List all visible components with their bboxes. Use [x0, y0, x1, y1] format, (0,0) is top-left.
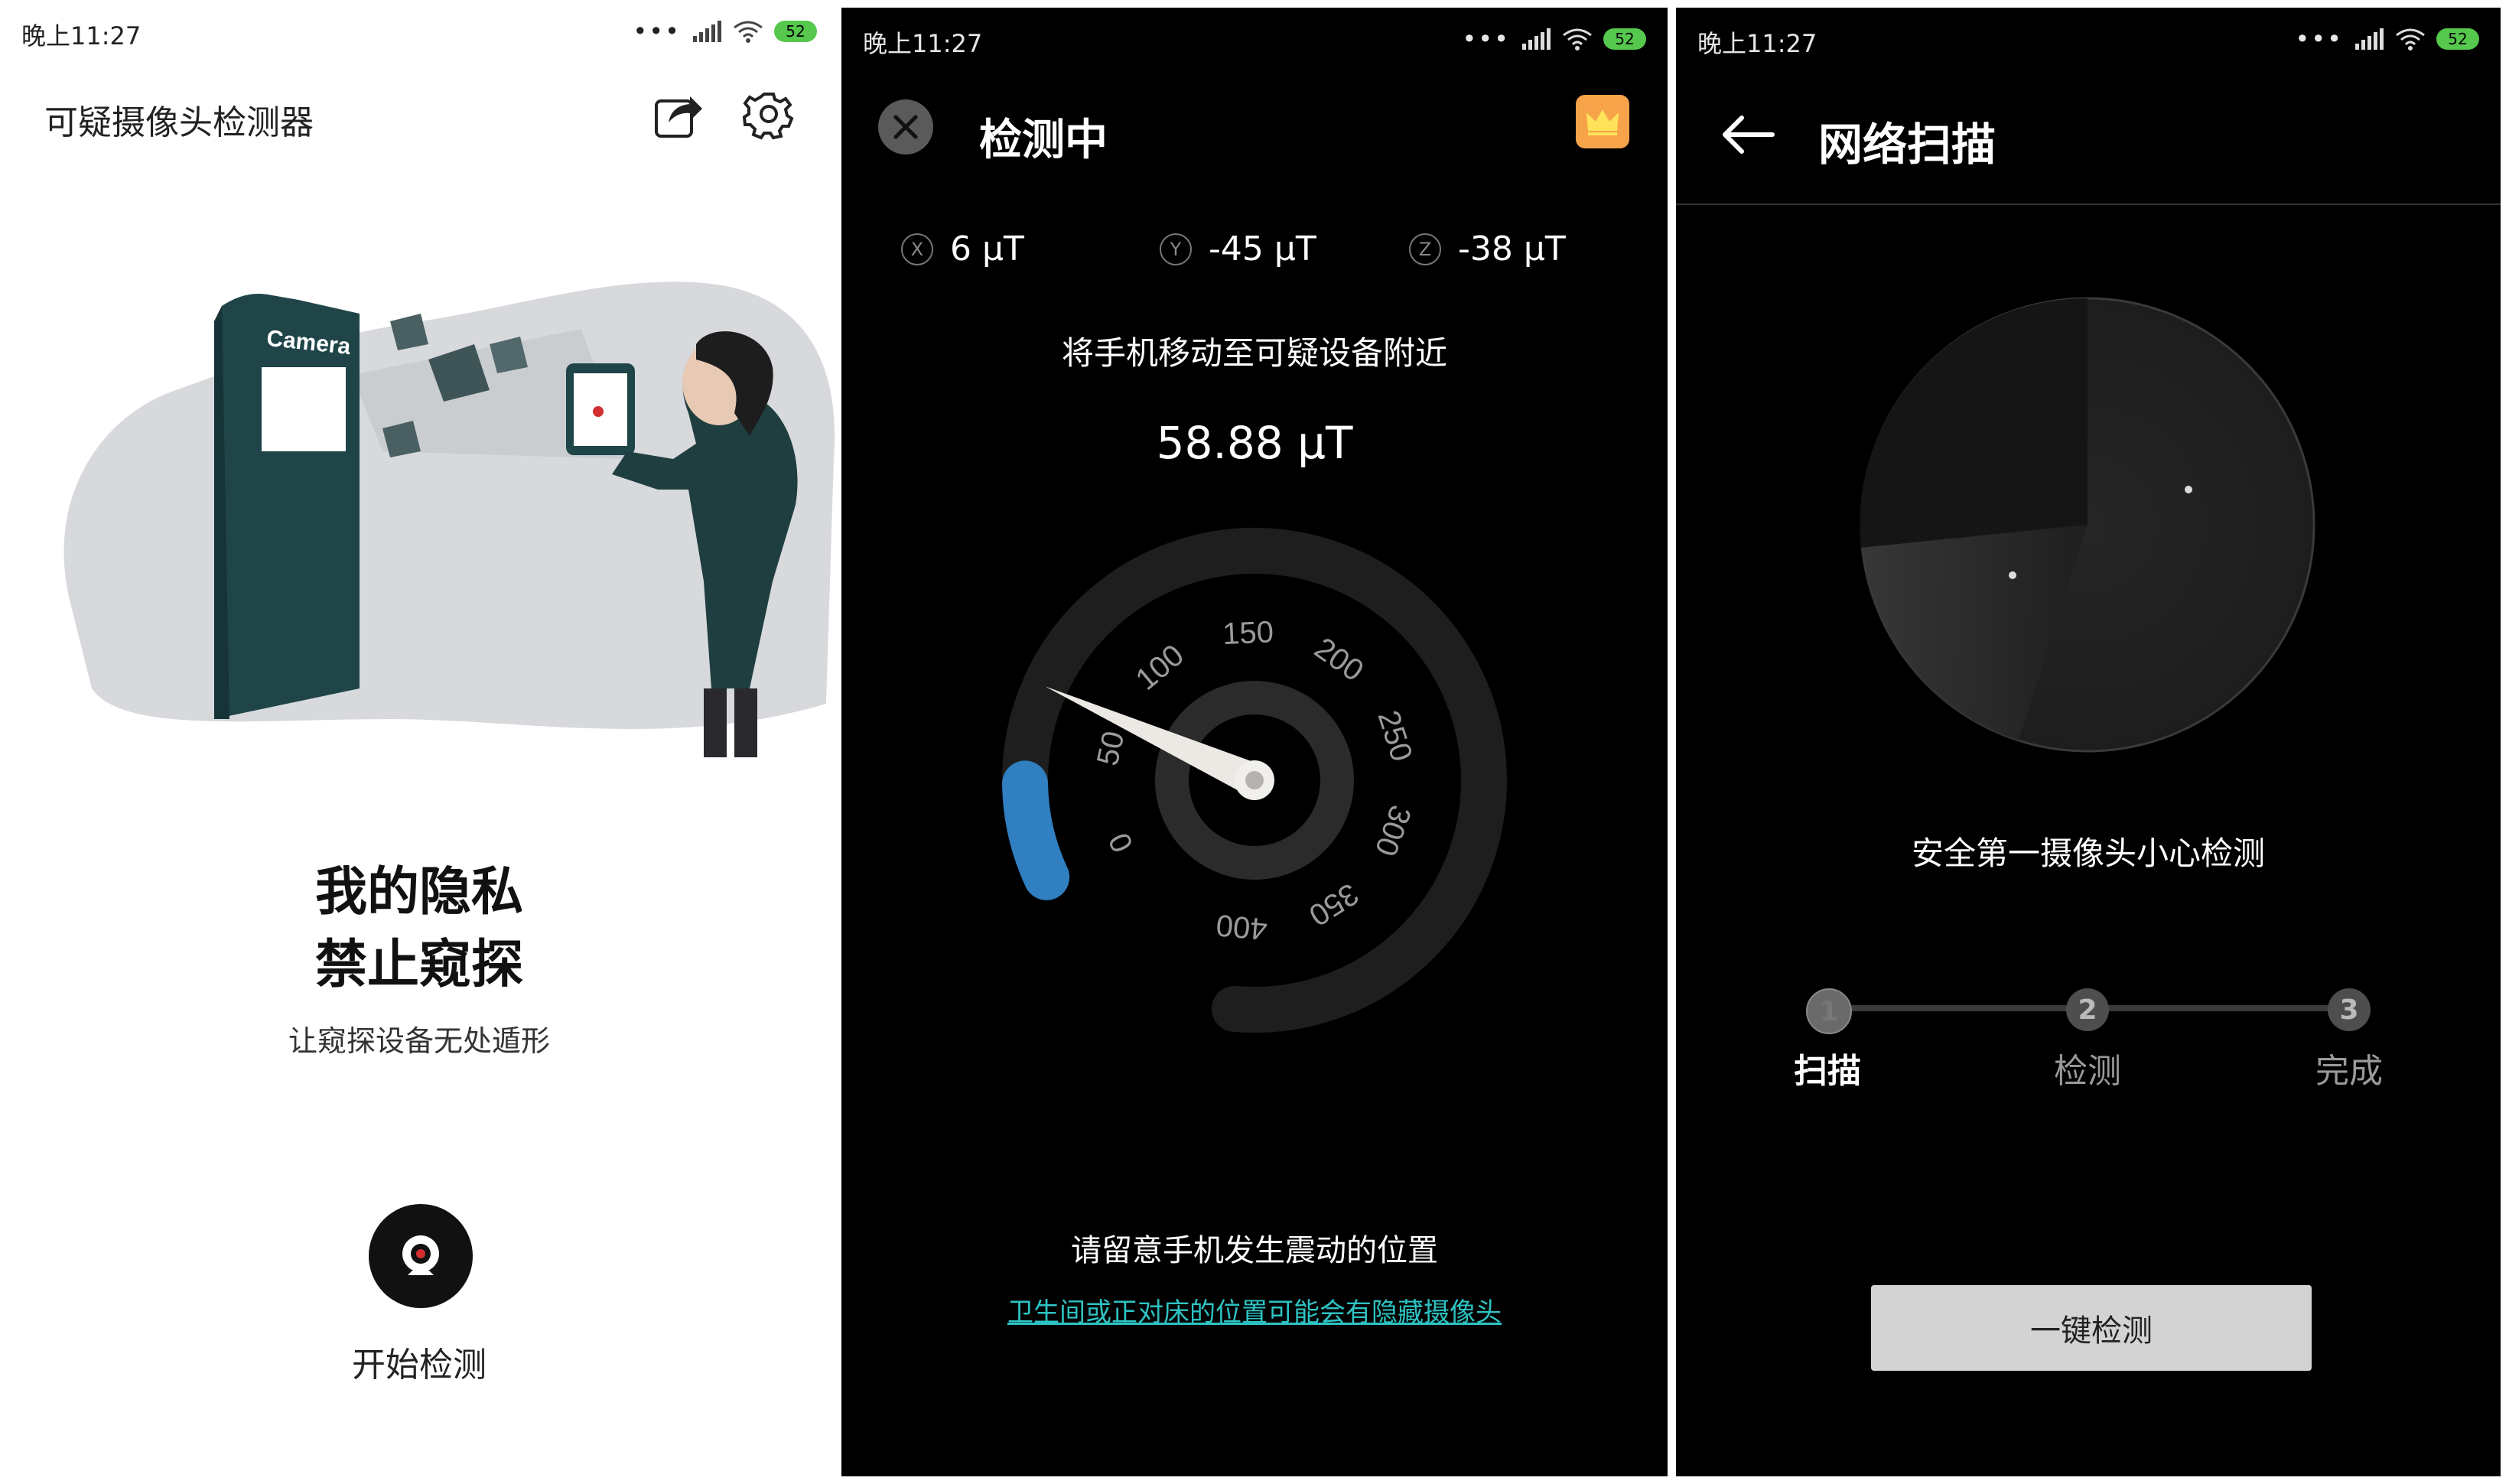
gauge-tick-label: 0 [1102, 828, 1140, 858]
wifi-icon [2396, 28, 2425, 50]
status-icons: ••• 52 [1462, 24, 1646, 54]
screen-network-scan: 晚上11:27 ••• 52 网络扫描 安全第一摄像头小心检测 1 2 3 扫描… [1676, 8, 2501, 1476]
more-dots-icon: ••• [2295, 24, 2343, 54]
axis-x-badge: X [901, 233, 933, 265]
axis-x-reading: X 6 μT [901, 229, 1024, 268]
status-bar: 晚上11:27 ••• 52 [0, 0, 838, 61]
status-icons: ••• 52 [2295, 24, 2479, 54]
camera-screen [262, 367, 346, 451]
more-dots-icon: ••• [633, 17, 681, 46]
headline-line2: 禁止窥探 [314, 935, 523, 995]
subtitle: 让窥探设备无处遁形 [288, 1024, 550, 1058]
axis-z-badge: Z [1409, 233, 1441, 265]
vip-button[interactable] [1576, 95, 1629, 148]
wifi-icon [734, 21, 763, 43]
gauge-tick-label: 400 [1215, 908, 1268, 946]
field-strength-value: 58.88 μT [1156, 417, 1353, 469]
hidden-camera-tip-link[interactable]: 卫生间或正对床的位置可能会有隐藏摄像头 [841, 1291, 1668, 1329]
gauge-needle-pin [1245, 771, 1264, 789]
move-hint: 将手机移动至可疑设备附近 [1061, 334, 1447, 372]
status-time: 晚上11:27 [863, 29, 983, 58]
axis-y-badge: Y [1160, 233, 1192, 265]
settings-gear-icon[interactable] [742, 87, 796, 141]
axis-z-reading: Z -38 μT [1409, 229, 1566, 268]
step-1-label: 扫描 [1794, 1052, 1861, 1091]
status-time: 晚上11:27 [1697, 29, 1817, 58]
status-icons: ••• 52 [633, 17, 817, 46]
radar-device-dot [2185, 486, 2192, 493]
gauge-tick-label: 250 [1372, 707, 1419, 766]
share-icon[interactable] [652, 87, 705, 141]
axis-z-value: -38 μT [1458, 229, 1566, 268]
header-divider [1676, 203, 2501, 205]
status-bar: 晚上11:27 ••• 52 [1676, 8, 2501, 69]
network-radar [1860, 297, 2315, 753]
one-click-detect-button[interactable]: 一键检测 [1871, 1285, 2312, 1371]
start-detect-label[interactable]: 开始检测 [0, 1337, 838, 1386]
back-arrow-icon[interactable] [1719, 112, 1780, 158]
safety-caption: 安全第一摄像头小心检测 [1911, 835, 2265, 872]
radar-device-dot [2009, 571, 2016, 579]
signal-icon [2355, 28, 2384, 50]
gauge-tick-label: 150 [1222, 615, 1274, 651]
gauge-tick-label: 50 [1091, 728, 1131, 769]
battery-icon: 52 [2436, 28, 2479, 50]
start-detect-button[interactable] [369, 1204, 473, 1308]
step-2-dot: 2 [2066, 988, 2109, 1031]
progress-steps: 1 2 3 扫描 检测 完成 [1676, 973, 2501, 1111]
gauge-tick-label: 200 [1308, 631, 1369, 688]
radar-dark-sector [1860, 298, 2088, 548]
privacy-illustration: Camera [63, 282, 835, 757]
step-1-dot: 1 [1806, 988, 1852, 1034]
gauge-tick-label: 350 [1303, 877, 1364, 932]
step-2-label: 检测 [2054, 1052, 2121, 1091]
page-title: 网络扫描 [1818, 119, 1996, 171]
webcam-icon [402, 1235, 439, 1275]
crown-icon [1586, 109, 1619, 135]
status-time: 晚上11:27 [21, 21, 142, 50]
step-3-label: 完成 [2315, 1052, 2383, 1091]
axis-x-value: 6 μT [950, 229, 1024, 268]
status-bar: 晚上11:27 ••• 52 [841, 8, 1668, 69]
gauge-fill [1002, 760, 1070, 900]
headline-line1: 我的隐私 [314, 862, 523, 923]
wifi-icon [1563, 28, 1592, 50]
gauge-tick-label: 100 [1130, 638, 1190, 697]
more-dots-icon: ••• [1462, 24, 1510, 54]
app-title: 可疑摄像头检测器 [44, 103, 314, 142]
gauge-tick-label: 300 [1368, 801, 1417, 861]
close-icon [893, 115, 918, 139]
screen-detector-home: 晚上11:27 ••• 52 可疑摄像头检测器 Camera 我的隐私 禁止窥探… [0, 0, 838, 1484]
battery-icon: 52 [774, 21, 817, 42]
signal-icon [1522, 28, 1551, 50]
vibration-note: 请留意手机发生震动的位置 [1071, 1233, 1438, 1268]
page-title: 检测中 [979, 116, 1108, 165]
axis-y-reading: Y -45 μT [1160, 229, 1316, 268]
screen-magnetic-detect: 晚上11:27 ••• 52 检测中 X 6 μT Y -45 μT Z -38… [841, 8, 1668, 1476]
field-gauge: 050100150 200250300350400 [1002, 528, 1507, 1033]
close-button[interactable] [878, 99, 933, 155]
axis-y-value: -45 μT [1209, 229, 1316, 268]
battery-icon: 52 [1603, 28, 1646, 50]
signal-icon [693, 21, 721, 42]
step-3-dot: 3 [2328, 988, 2371, 1031]
